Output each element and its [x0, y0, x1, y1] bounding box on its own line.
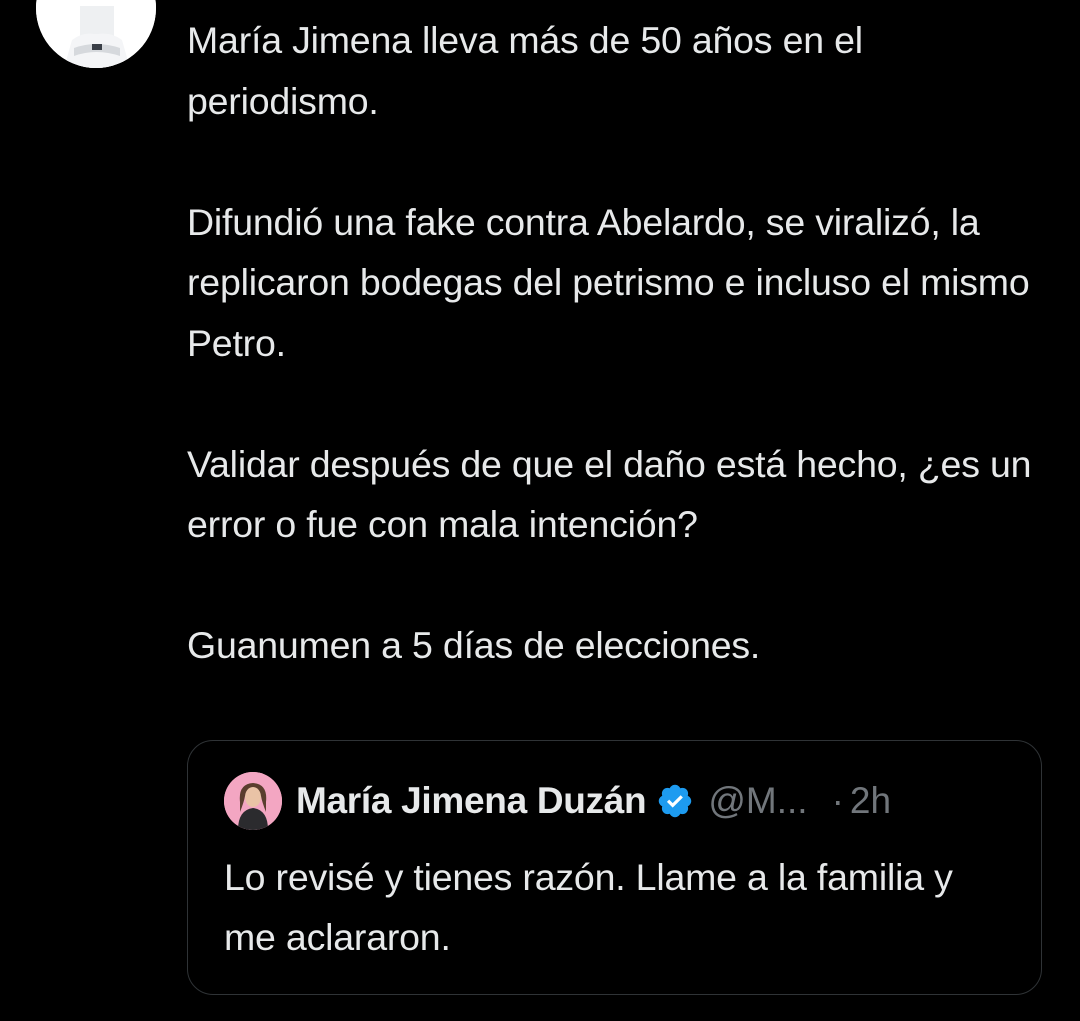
quoted-author-name[interactable]: María Jimena Duzán — [296, 780, 647, 822]
tweet-paragraph: Validar después de que el daño está hech… — [187, 442, 1032, 546]
quoted-tweet-timestamp[interactable]: 2h — [850, 780, 891, 822]
tweet-paragraph: Difundió una fake contra Abelardo, se vi… — [187, 200, 1030, 364]
tweet-text: María Jimena lleva más de 50 años en el … — [187, 10, 1047, 676]
quoted-author-handle[interactable]: @M... — [708, 780, 807, 822]
tweet-paragraph: Guanumen a 5 días de elecciones. — [187, 624, 761, 666]
quoted-author-avatar[interactable] — [224, 772, 282, 830]
quoted-author-avatar-image — [224, 772, 282, 830]
quoted-tweet-text: Lo revisé y tienes razón. Llame a la fam… — [224, 856, 953, 958]
verified-badge-icon — [659, 784, 692, 818]
quoted-tweet-header: María Jimena Duzán @M... · 2h — [224, 771, 891, 831]
header-separator: · — [831, 780, 844, 821]
author-avatar[interactable] — [36, 0, 156, 68]
author-avatar-image — [36, 0, 156, 68]
quoted-tweet-card[interactable]: María Jimena Duzán @M... · 2h Lo revisé … — [187, 740, 1042, 995]
tweet-paragraph: María Jimena lleva más de 50 años en el … — [187, 19, 863, 122]
